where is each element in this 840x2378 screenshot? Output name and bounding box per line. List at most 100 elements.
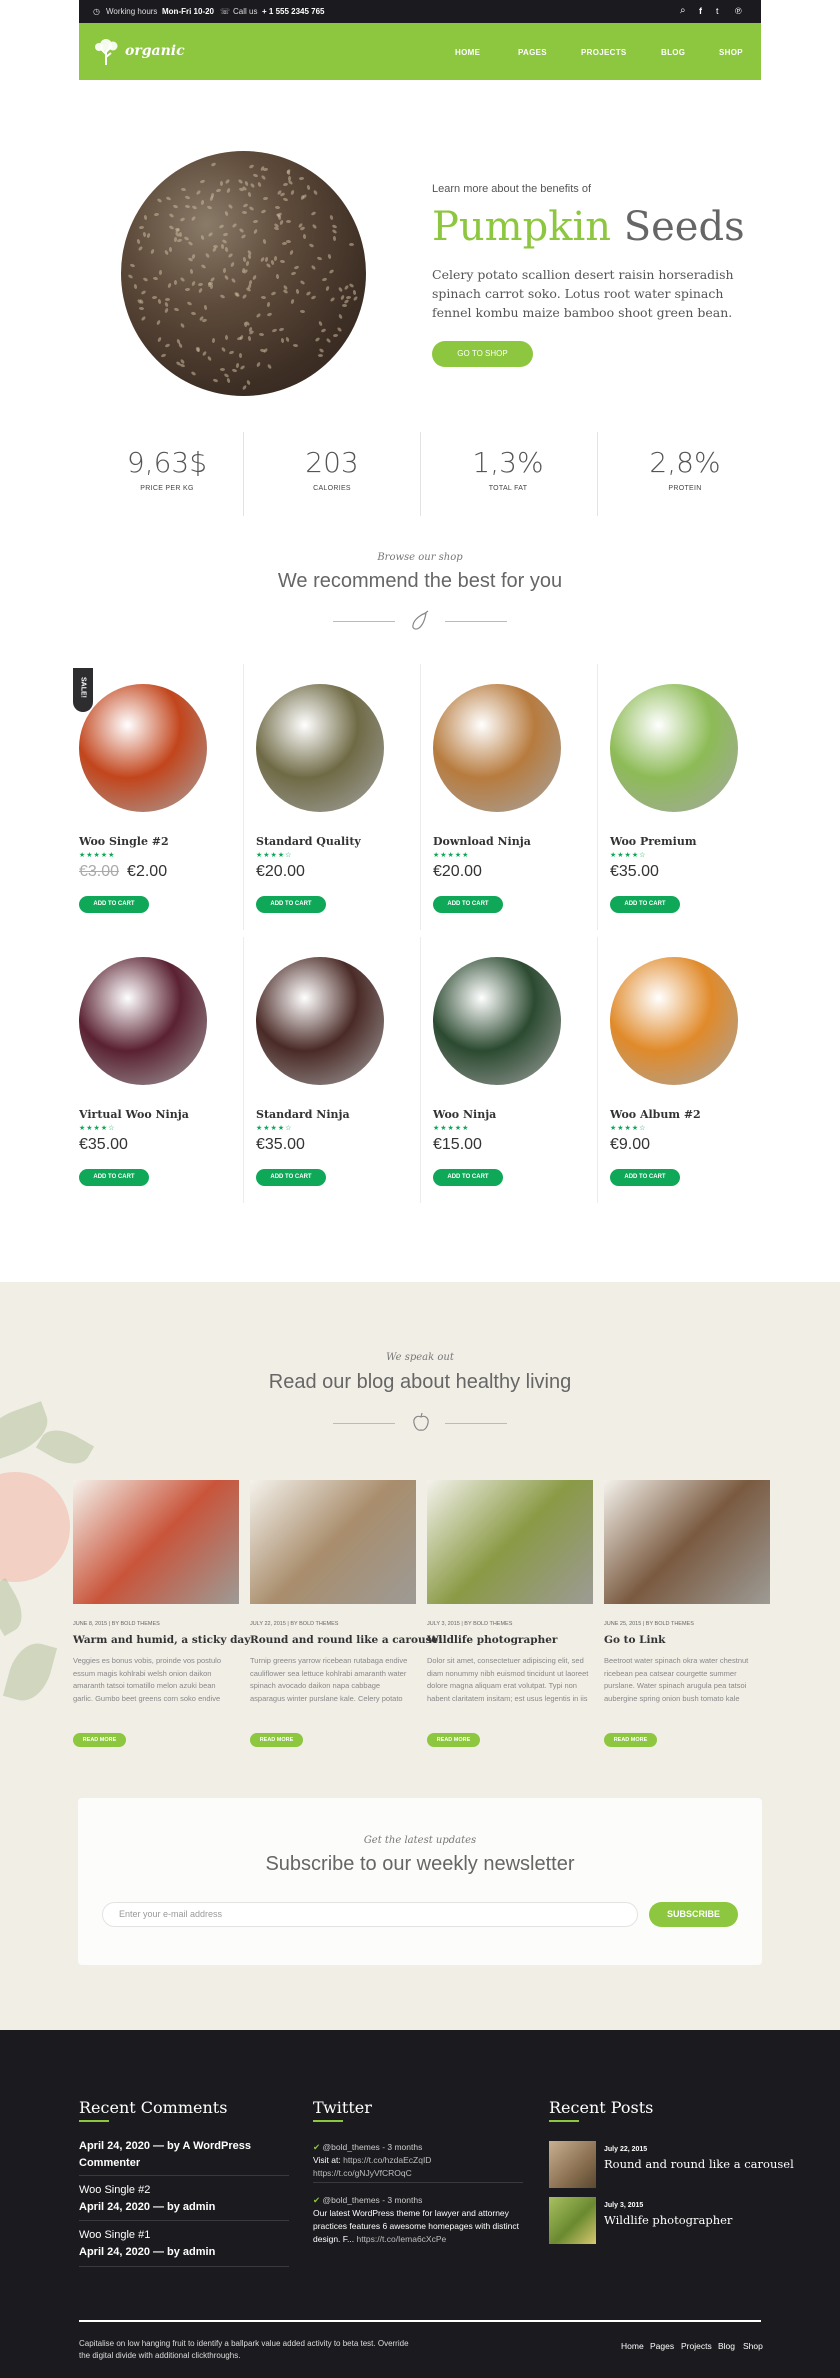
product-image[interactable]	[433, 684, 561, 812]
product-card[interactable]: Woo Premium ★★★★☆ €35.00 ADD TO CART	[610, 664, 776, 930]
blog-post-title[interactable]: Warm and humid, a sticky day	[73, 1634, 250, 1646]
go-to-shop-button[interactable]: GO TO SHOP	[432, 341, 533, 367]
tree-logo-icon[interactable]	[91, 36, 121, 66]
add-to-cart-button[interactable]: ADD TO CART	[79, 1169, 149, 1186]
blog-post-image[interactable]	[427, 1480, 593, 1604]
subscribe-button[interactable]: SUBSCRIBE	[649, 1902, 738, 1927]
seed-speck	[313, 189, 318, 195]
recent-post-thumbnail[interactable]	[549, 2141, 596, 2188]
newsletter-box	[78, 1798, 762, 1965]
product-name[interactable]: Woo Premium	[610, 835, 696, 848]
seed-speck	[180, 217, 186, 222]
tweet-handle[interactable]: @bold_themes	[323, 2195, 380, 2205]
read-more-button[interactable]: READ MORE	[604, 1733, 657, 1747]
footer-divider	[79, 2320, 761, 2322]
blog-post-image[interactable]	[604, 1480, 770, 1604]
product-name[interactable]: Standard Quality	[256, 835, 361, 848]
product-image[interactable]	[256, 957, 384, 1085]
seed-speck	[299, 177, 304, 181]
comment-meta[interactable]: April 24, 2020 — by admin	[79, 2246, 289, 2258]
recent-post-title[interactable]: Round and round like a carousel	[604, 2157, 794, 2171]
blog-post-image[interactable]	[73, 1480, 239, 1604]
seed-speck	[209, 195, 213, 201]
add-to-cart-button[interactable]: ADD TO CART	[610, 1169, 680, 1186]
comment-item[interactable]: April 24, 2020 — by A WordPress Commente…	[79, 2138, 289, 2172]
add-to-cart-button[interactable]: ADD TO CART	[433, 896, 503, 913]
footer-link-pages[interactable]: Pages	[650, 2341, 674, 2351]
footer-link-shop[interactable]: Shop	[743, 2341, 763, 2351]
site-logo[interactable]: organic	[125, 43, 185, 59]
recent-post-thumbnail[interactable]	[549, 2197, 596, 2244]
email-input[interactable]: Enter your e-mail address	[102, 1902, 638, 1927]
twitter-icon[interactable]: t	[716, 6, 719, 16]
seed-speck	[267, 364, 272, 370]
seed-speck	[340, 295, 345, 301]
comment-meta[interactable]: April 24, 2020 — by admin	[79, 2201, 289, 2213]
nav-item-pages[interactable]: PAGES	[518, 48, 547, 57]
footer-link-blog[interactable]: Blog	[718, 2341, 735, 2351]
tweet: ✔ @bold_themes - 3 months Visit at: http…	[313, 2141, 523, 2180]
add-to-cart-button[interactable]: ADD TO CART	[256, 1169, 326, 1186]
divider	[243, 664, 244, 930]
product-name[interactable]: Woo Album #2	[610, 1108, 701, 1121]
tweet-link[interactable]: https://t.co/hzdaEcZqID	[343, 2155, 431, 2165]
footer-link-home[interactable]: Home	[621, 2341, 644, 2351]
comment-post-title[interactable]: Woo Single #2	[79, 2184, 289, 2196]
seed-speck	[275, 206, 280, 210]
product-card[interactable]: Woo Album #2 ★★★★☆ €9.00 ADD TO CART	[610, 937, 776, 1203]
nav-item-home[interactable]: HOME	[455, 48, 480, 57]
product-name[interactable]: Woo Single #2	[79, 835, 169, 848]
product-name[interactable]: Woo Ninja	[433, 1108, 496, 1121]
seed-speck	[167, 283, 172, 289]
tweet-link[interactable]: https://t.co/Iema6cXcPe	[356, 2234, 446, 2244]
recent-post-title[interactable]: Wildlife photographer	[604, 2213, 732, 2227]
product-card[interactable]: Standard Quality ★★★★☆ €20.00 ADD TO CART	[256, 664, 422, 930]
facebook-icon[interactable]: f	[699, 6, 702, 16]
seed-speck	[326, 337, 332, 343]
seed-speck	[224, 179, 230, 185]
add-to-cart-button[interactable]: ADD TO CART	[256, 896, 326, 913]
tweet-handle[interactable]: @bold_themes	[323, 2142, 380, 2152]
add-to-cart-button[interactable]: ADD TO CART	[610, 896, 680, 913]
product-name[interactable]: Download Ninja	[433, 835, 531, 848]
search-icon[interactable]: ⌕	[680, 5, 686, 16]
seed-speck	[191, 215, 196, 221]
nav-item-shop[interactable]: SHOP	[719, 48, 743, 57]
hero-title-rest: Seeds	[624, 204, 745, 250]
product-image[interactable]	[79, 957, 207, 1085]
read-more-button[interactable]: READ MORE	[427, 1733, 480, 1747]
blog-post-title[interactable]: Wildlife photographer	[427, 1634, 557, 1646]
blog-post-title[interactable]: Round and round like a carousel	[250, 1634, 442, 1646]
product-name[interactable]: Standard Ninja	[256, 1108, 350, 1121]
seed-speck	[165, 301, 170, 307]
product-card[interactable]: Virtual Woo Ninja ★★★★☆ €35.00 ADD TO CART	[79, 937, 245, 1203]
product-image[interactable]	[610, 684, 738, 812]
seed-speck	[319, 347, 325, 352]
product-image[interactable]	[256, 684, 384, 812]
product-card[interactable]: Download Ninja ★★★★★ €20.00 ADD TO CART	[433, 664, 599, 930]
blog-post-title[interactable]: Go to Link	[604, 1634, 665, 1646]
nav-item-blog[interactable]: BLOG	[661, 48, 685, 57]
product-image[interactable]	[610, 957, 738, 1085]
comment-post-title[interactable]: Woo Single #1	[79, 2229, 289, 2241]
product-card[interactable]: Woo Single #2 ★★★★★ €3.00 €2.00 ADD TO CART	[79, 664, 245, 930]
product-card[interactable]: Woo Ninja ★★★★★ €15.00 ADD TO CART	[433, 937, 599, 1203]
product-image[interactable]	[433, 957, 561, 1085]
footer-link-projects[interactable]: Projects	[681, 2341, 712, 2351]
nav-item-projects[interactable]: PROJECTS	[581, 48, 627, 57]
seed-speck	[173, 204, 179, 209]
product-name[interactable]: Virtual Woo Ninja	[79, 1108, 189, 1121]
seed-speck	[157, 337, 162, 343]
pinterest-icon[interactable]: ℗	[735, 6, 742, 16]
product-card[interactable]: Standard Ninja ★★★★☆ €35.00 ADD TO CART	[256, 937, 422, 1203]
add-to-cart-button[interactable]: ADD TO CART	[433, 1169, 503, 1186]
tweet-link[interactable]: https://t.co/gNJyVfCROqC	[313, 2168, 412, 2178]
product-image[interactable]	[79, 684, 207, 812]
add-to-cart-button[interactable]: ADD TO CART	[79, 896, 149, 913]
phone-number[interactable]: + 1 555 2345 765	[262, 7, 325, 16]
blog-post-image[interactable]	[250, 1480, 416, 1604]
seed-speck	[184, 288, 189, 292]
read-more-button[interactable]: READ MORE	[250, 1733, 303, 1747]
decorative-leaf	[0, 1578, 30, 1636]
read-more-button[interactable]: READ MORE	[73, 1733, 126, 1747]
